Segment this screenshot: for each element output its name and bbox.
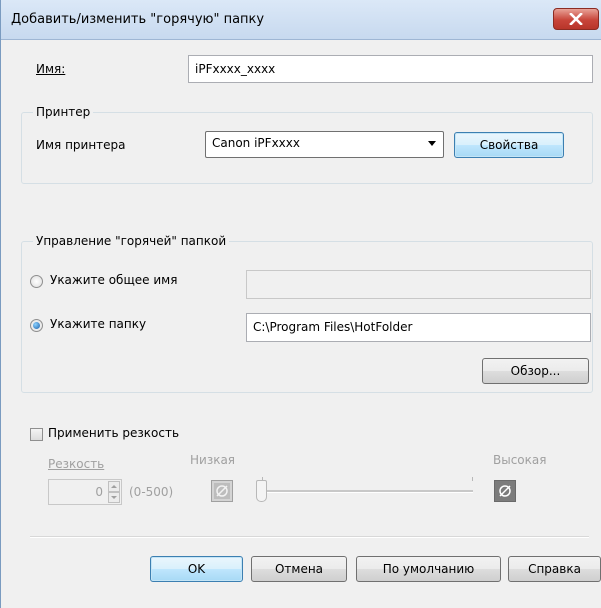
folder-path-input[interactable]: C:\Program Files\HotFolder xyxy=(246,313,591,342)
window-title: Добавить/изменить "горячую" папку xyxy=(11,12,265,27)
name-label: Имя: xyxy=(36,62,65,76)
sharpness-spinbox: 0 xyxy=(48,479,122,505)
sharpness-range: (0-500) xyxy=(129,485,174,499)
properties-button[interactable]: Свойства xyxy=(454,132,564,158)
spin-down-icon xyxy=(108,492,120,503)
high-label: Высокая xyxy=(493,453,547,467)
hotfolder-group-label: Управление "горячей" папкой xyxy=(33,234,230,248)
sharpness-high-icon xyxy=(494,480,516,502)
printer-select-value: Canon iPFxxxx xyxy=(212,136,300,150)
share-name-radio[interactable] xyxy=(30,275,43,288)
slider-tick-max xyxy=(472,477,473,481)
close-button[interactable] xyxy=(553,8,599,30)
name-input[interactable]: iPFxxxx_xxxx xyxy=(188,55,593,83)
share-name-input xyxy=(246,270,591,299)
low-label: Низкая xyxy=(190,453,236,467)
cancel-button[interactable]: Отмена xyxy=(251,556,347,582)
printer-name-label: Имя принтера xyxy=(36,138,126,152)
separator xyxy=(30,536,589,538)
ok-button[interactable]: OK xyxy=(150,556,243,582)
spin-up-icon xyxy=(108,481,120,492)
close-icon xyxy=(569,13,583,25)
sharpness-low-icon xyxy=(211,480,233,502)
sharpness-slider-thumb xyxy=(256,480,267,502)
share-name-label[interactable]: Укажите общее имя xyxy=(50,273,177,287)
printer-group-label: Принтер xyxy=(33,105,94,119)
title-bar: Добавить/изменить "горячую" папку xyxy=(1,0,601,40)
apply-sharpness-checkbox[interactable] xyxy=(30,428,43,441)
name-label-text: Имя: xyxy=(36,62,66,76)
default-button[interactable]: По умолчанию xyxy=(356,556,501,582)
printer-select[interactable]: Canon iPFxxxx xyxy=(205,131,444,158)
folder-label[interactable]: Укажите папку xyxy=(50,317,146,331)
sharpness-level-label: Резкость xyxy=(48,457,105,471)
browse-button[interactable]: Обзор... xyxy=(482,358,589,384)
sharpness-value: 0 xyxy=(95,485,103,499)
chevron-down-icon xyxy=(428,141,436,146)
dialog-window: Добавить/изменить "горячую" папку Имя: i… xyxy=(0,0,601,608)
folder-radio[interactable] xyxy=(30,319,43,332)
apply-sharpness-label[interactable]: Применить резкость xyxy=(48,426,179,440)
sharpness-slider-track xyxy=(263,490,473,493)
help-button[interactable]: Справка xyxy=(508,556,601,582)
